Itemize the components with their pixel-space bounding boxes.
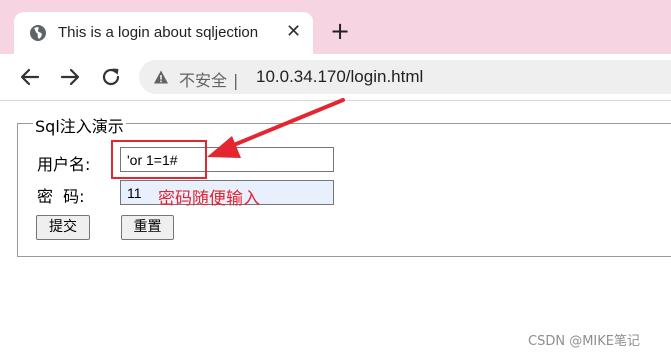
watermark: CSDN @MIKE笔记 (528, 334, 640, 349)
annotation-arrow (207, 98, 345, 158)
